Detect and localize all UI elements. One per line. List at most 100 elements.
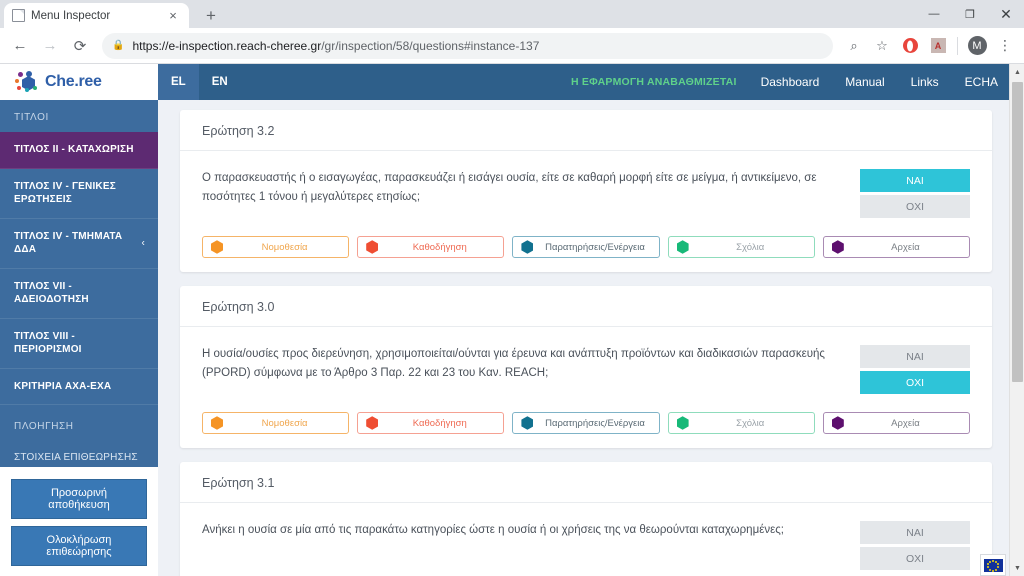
sidebar-item-label: ΤΙΤΛΟΣ IV - ΓΕΝΙΚΕΣ ΕΡΩΤΗΣΕΙΣ	[14, 180, 116, 206]
cheree-logo-icon	[14, 71, 40, 93]
maximize-window-button[interactable]: ❐	[952, 0, 988, 28]
answer-toggle-group: ΝΑΙ ΟΧΙ	[860, 521, 970, 570]
page-favicon-icon	[12, 9, 25, 22]
remarks-hex-icon	[521, 416, 534, 430]
tool-button-comments[interactable]: Σχόλια	[667, 412, 815, 434]
tool-button-guidance[interactable]: Καθοδήγηση	[357, 236, 505, 258]
answer-toggle-group: ΝΑΙ ΟΧΙ	[860, 169, 970, 218]
sidebar-item-stoicheia-epitheorisis[interactable]: ΣΤΟΙΧΕΙΑ ΕΠΙΘΕΩΡΗΣΗΣ	[0, 441, 158, 467]
question-text: Ανήκει η ουσία σε μία από τις παρακάτω κ…	[202, 524, 784, 536]
answer-yes-button[interactable]: ΝΑΙ	[860, 169, 970, 192]
nav-link-links[interactable]: Links	[911, 75, 939, 89]
nav-link-manual[interactable]: Manual	[845, 75, 884, 89]
tool-label: Παρατηρήσεις/Ενέργεια	[545, 241, 645, 253]
tool-label: Νομοθεσία	[261, 241, 308, 253]
search-icon[interactable]: ⌕	[841, 33, 867, 59]
temporary-save-button[interactable]: Προσωρινή αποθήκευση	[11, 479, 147, 519]
window-controls: — ❐ ✕	[916, 0, 1024, 28]
legislation-hex-icon	[211, 416, 223, 430]
pdf-extension-icon[interactable]: A	[925, 33, 951, 59]
question-card: Ερώτηση 3.0 Η ουσία/ουσίες προς διερεύνη…	[180, 286, 992, 448]
sidebar-navigation-heading: ΠΛΟΗΓΗΣΗ	[14, 421, 74, 432]
browser-toolbar: ← → ⟳ 🔒 https://e-inspection.reach-chere…	[0, 28, 1024, 64]
sidebar-item-titlos-ii[interactable]: ΤΙΤΛΟΣ II - ΚΑΤΑΧΩΡΙΣΗ	[0, 132, 158, 169]
minimize-window-button[interactable]: —	[916, 0, 952, 28]
tool-button-comments[interactable]: Σχόλια	[667, 236, 815, 258]
close-window-button[interactable]: ✕	[988, 0, 1024, 28]
sidebar-item-titlos-viii[interactable]: ΤΙΤΛΟΣ VIII - ΠΕΡΙΟΡΙΣΜΟΙ	[0, 319, 158, 369]
back-icon[interactable]: ←	[6, 32, 34, 60]
answer-toggle-group: ΝΑΙ ΟΧΙ	[860, 345, 970, 394]
browser-menu-icon[interactable]: ⋮	[992, 33, 1018, 59]
address-bar[interactable]: 🔒 https://e-inspection.reach-cheree.gr/g…	[102, 32, 833, 59]
tool-button-files[interactable]: Αρχεία	[822, 236, 971, 258]
question-body: Η ουσία/ουσίες προς διερεύνηση, χρησιμοπ…	[180, 327, 992, 398]
lang-button-el[interactable]: EL	[158, 64, 199, 100]
eu-flag-icon	[983, 558, 1003, 572]
answer-yes-button[interactable]: ΝΑΙ	[860, 521, 970, 544]
forward-icon[interactable]: →	[36, 32, 64, 60]
new-tab-button[interactable]: +	[199, 6, 223, 26]
tool-button-files[interactable]: Αρχεία	[822, 412, 971, 434]
address-bar-url: https://e-inspection.reach-cheree.gr/gr/…	[132, 38, 540, 53]
browser-tab-title: Menu Inspector	[31, 9, 111, 22]
legislation-hex-icon	[211, 240, 223, 254]
chevron-left-icon: ‹	[141, 237, 145, 249]
sidebar-item-label: ΤΙΤΛΟΣ IV - ΤΜΗΜΑΤΑ ΔΔΑ	[14, 230, 123, 256]
files-hex-icon	[831, 416, 844, 430]
scrollbar-thumb[interactable]	[1012, 82, 1023, 382]
sidebar-item-kritiria[interactable]: ΚΡΙΤΗΡΙΑ ΑΧΑ-ΕΧΑ	[0, 369, 158, 405]
tool-label: Παρατηρήσεις/Ενέργεια	[545, 417, 645, 429]
remarks-hex-icon	[521, 240, 534, 254]
reload-icon[interactable]: ⟳	[66, 32, 94, 60]
main-area: EL EN Η ΕΦΑΡΜΟΓΗ ΑΝΑΒΑΘΜΙΖΕΤΑΙ Dashboard…	[158, 64, 1024, 576]
sidebar-item-titlos-iv-tmimata[interactable]: ΤΙΤΛΟΣ IV - ΤΜΗΜΑΤΑ ΔΔΑ ‹	[0, 219, 158, 269]
question-text: Η ουσία/ουσίες προς διερεύνηση, χρησιμοπ…	[202, 348, 825, 379]
question-card: Ερώτηση 3.1 Ανήκει η ουσία σε μία από τι…	[180, 462, 992, 576]
tool-label: Σχόλια	[736, 417, 765, 429]
comments-hex-icon	[676, 240, 689, 254]
tool-button-legislation[interactable]: Νομοθεσία	[202, 236, 350, 258]
tool-label: Καθοδήγηση	[412, 417, 467, 429]
answer-yes-button[interactable]: ΝΑΙ	[860, 345, 970, 368]
tool-button-guidance[interactable]: Καθοδήγηση	[357, 412, 505, 434]
lock-icon: 🔒	[112, 40, 125, 51]
sidebar-item-label: ΤΙΤΛΟΣ VII - ΑΔΕΙΟΔΟΤΗΣΗ	[14, 280, 89, 306]
page-viewport: Che.ree ΤΙΤΛΟΙ ΤΙΤΛΟΣ II - ΚΑΤΑΧΩΡΙΣΗ ΤΙ…	[0, 64, 1024, 576]
tool-label: Αρχεία	[891, 417, 920, 429]
close-tab-icon[interactable]: ×	[165, 9, 181, 22]
page-scrollbar[interactable]: ▲ ▼	[1009, 64, 1024, 576]
profile-avatar[interactable]: M	[964, 33, 990, 59]
answer-no-button[interactable]: ΟΧΙ	[860, 371, 970, 394]
comments-hex-icon	[676, 416, 689, 430]
opera-extension-icon[interactable]	[897, 33, 923, 59]
scroll-up-icon[interactable]: ▲	[1010, 64, 1024, 80]
sidebar-item-label: ΤΙΤΛΟΣ VIII - ΠΕΡΙΟΡΙΣΜΟΙ	[14, 330, 82, 356]
lang-button-en[interactable]: EN	[199, 64, 241, 100]
answer-no-button[interactable]: ΟΧΙ	[860, 195, 970, 218]
tool-button-remarks[interactable]: Παρατηρήσεις/Ενέργεια	[512, 236, 660, 258]
nav-link-dashboard[interactable]: Dashboard	[761, 75, 820, 89]
question-tools-row: Νομοθεσία Καθοδήγηση Παρατηρήσεις/Ενέργε…	[180, 398, 992, 434]
brand-name: Che.ree	[45, 73, 102, 90]
sidebar-item-label: ΚΡΙΤΗΡΙΑ ΑΧΑ-ΕΧΑ	[14, 380, 112, 392]
sidebar-titles-heading: ΤΙΤΛΟΙ	[14, 112, 49, 123]
question-body: Ο παρασκευαστής ή ο εισαγωγέας, παρασκευ…	[180, 151, 992, 222]
sidebar-item-titlos-iv-genikes[interactable]: ΤΙΤΛΟΣ IV - ΓΕΝΙΚΕΣ ΕΡΩΤΗΣΕΙΣ	[0, 169, 158, 219]
brand-logo[interactable]: Che.ree	[0, 64, 158, 100]
question-heading: Ερώτηση 3.1	[180, 462, 992, 503]
bookmark-star-icon[interactable]: ☆	[869, 33, 895, 59]
sidebar: Che.ree ΤΙΤΛΟΙ ΤΙΤΛΟΣ II - ΚΑΤΑΧΩΡΙΣΗ ΤΙ…	[0, 64, 158, 576]
app-upgrade-notice: Η ΕΦΑΡΜΟΓΗ ΑΝΑΒΑΘΜΙΖΕΤΑΙ	[570, 76, 737, 88]
complete-inspection-button[interactable]: Ολοκλήρωση επιθεώρησης	[11, 526, 147, 566]
tool-button-remarks[interactable]: Παρατηρήσεις/Ενέργεια	[512, 412, 660, 434]
sidebar-action-buttons: Προσωρινή αποθήκευση Ολοκλήρωση επιθεώρη…	[0, 467, 158, 576]
tool-button-legislation[interactable]: Νομοθεσία	[202, 412, 350, 434]
browser-tab[interactable]: Menu Inspector ×	[4, 3, 189, 28]
answer-no-button[interactable]: ΟΧΙ	[860, 547, 970, 570]
scroll-down-icon[interactable]: ▼	[1010, 560, 1024, 576]
nav-link-echa[interactable]: ECHA	[965, 75, 998, 89]
sidebar-item-titlos-vii[interactable]: ΤΙΤΛΟΣ VII - ΑΔΕΙΟΔΟΤΗΣΗ	[0, 269, 158, 319]
question-tools-row: Νομοθεσία Καθοδήγηση Παρατηρήσεις/Ενέργε…	[180, 222, 992, 258]
questions-content: Ερώτηση 3.2 Ο παρασκευαστής ή ο εισαγωγέ…	[158, 100, 1024, 576]
